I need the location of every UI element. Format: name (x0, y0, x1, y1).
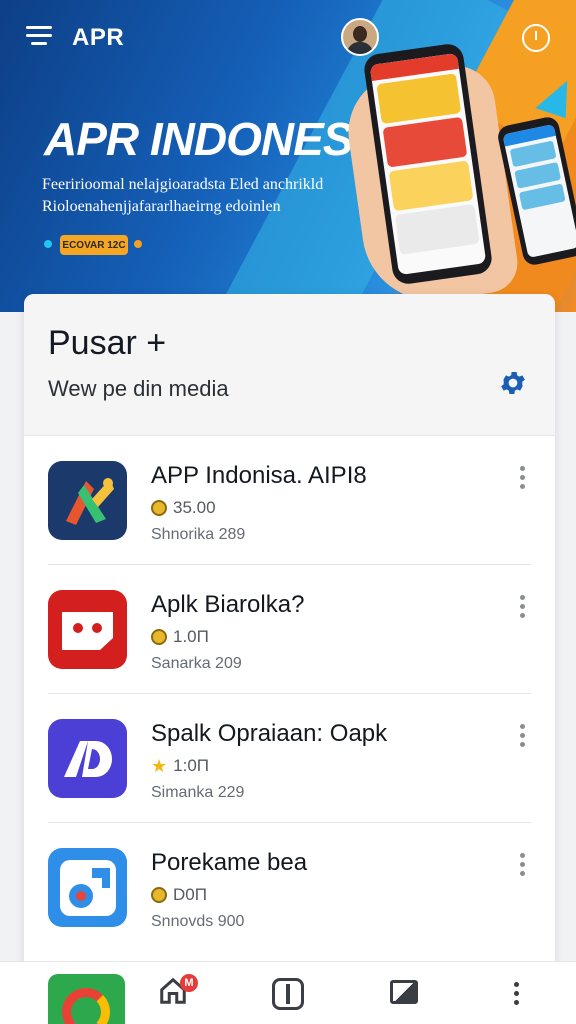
tablet-icon[interactable] (272, 978, 306, 1012)
home-icon[interactable]: M (158, 974, 198, 1012)
timer-icon[interactable] (522, 24, 550, 52)
app-list-card: Pusar + Wew pe din media APP Indonisa. A… (24, 294, 555, 974)
app-price: D0Π (151, 885, 207, 905)
card-header: Pusar + Wew pe din media (24, 294, 555, 436)
list-item[interactable]: Aplk Biarolka? 1.0Π Sanarka 209 (48, 565, 531, 694)
coin-icon (151, 887, 167, 903)
app-downloads: Snnovds 900 (151, 913, 245, 930)
more-vertical-icon[interactable] (515, 466, 529, 490)
app-downloads: Shnorika 289 (151, 526, 246, 543)
app-launcher-icon[interactable] (48, 974, 125, 1024)
avatar[interactable] (341, 18, 379, 56)
hero-subtitle: Feeririoomal nelajgioaradsta Eled anchri… (42, 176, 324, 215)
app-icon-porekame (48, 848, 127, 927)
star-icon: ★ (151, 756, 168, 776)
bottom-navigation: M (0, 961, 576, 1024)
app-name: Spalk Opraiaan: Oapk (151, 720, 388, 747)
card-title: Pusar + (48, 324, 167, 362)
hero-badge[interactable]: ECOVAR 12C (60, 235, 128, 255)
notification-badge: M (180, 974, 198, 992)
card-subtitle: Wew pe din media (48, 376, 229, 401)
more-vertical-icon[interactable] (510, 982, 522, 1012)
coin-icon (151, 500, 167, 516)
list-item[interactable]: Porekame bea D0Π Snnovds 900 (48, 823, 531, 952)
app-price: 35.00 (151, 498, 216, 518)
app-name: Aplk Biarolka? (151, 591, 305, 618)
app-icon-spalk (48, 719, 127, 798)
gallery-icon[interactable] (390, 980, 420, 1008)
app-list: APP Indonisa. AIPI8 35.00 Shnorika 289 A… (48, 436, 531, 952)
app-downloads: Sanarka 209 (151, 655, 242, 672)
more-vertical-icon[interactable] (515, 595, 529, 619)
carousel-dot (44, 240, 52, 248)
coin-icon (151, 629, 167, 645)
hero-banner: APR APR INDONESIA Feeririoomal nelajgioa… (0, 0, 576, 312)
app-price: ★ 1:0Π (151, 756, 210, 776)
app-downloads: Simanka 229 (151, 784, 245, 801)
more-vertical-icon[interactable] (515, 724, 529, 748)
app-title: APR (72, 24, 125, 51)
hamburger-menu-icon[interactable] (26, 26, 52, 52)
app-icon-apr (48, 461, 127, 540)
more-vertical-icon[interactable] (515, 853, 529, 877)
app-price: 1.0Π (151, 627, 209, 647)
gear-icon[interactable] (498, 368, 528, 398)
app-icon-biarolka (48, 590, 127, 669)
list-item[interactable]: Spalk Opraiaan: Oapk ★ 1:0Π Simanka 229 (48, 694, 531, 823)
hero-heading: APR INDONESIA (44, 113, 411, 165)
app-name: Porekame bea (151, 849, 308, 876)
carousel-dot (134, 240, 142, 248)
app-name: APP Indonisa. AIPI8 (151, 462, 367, 489)
list-item[interactable]: APP Indonisa. AIPI8 35.00 Shnorika 289 (48, 436, 531, 565)
